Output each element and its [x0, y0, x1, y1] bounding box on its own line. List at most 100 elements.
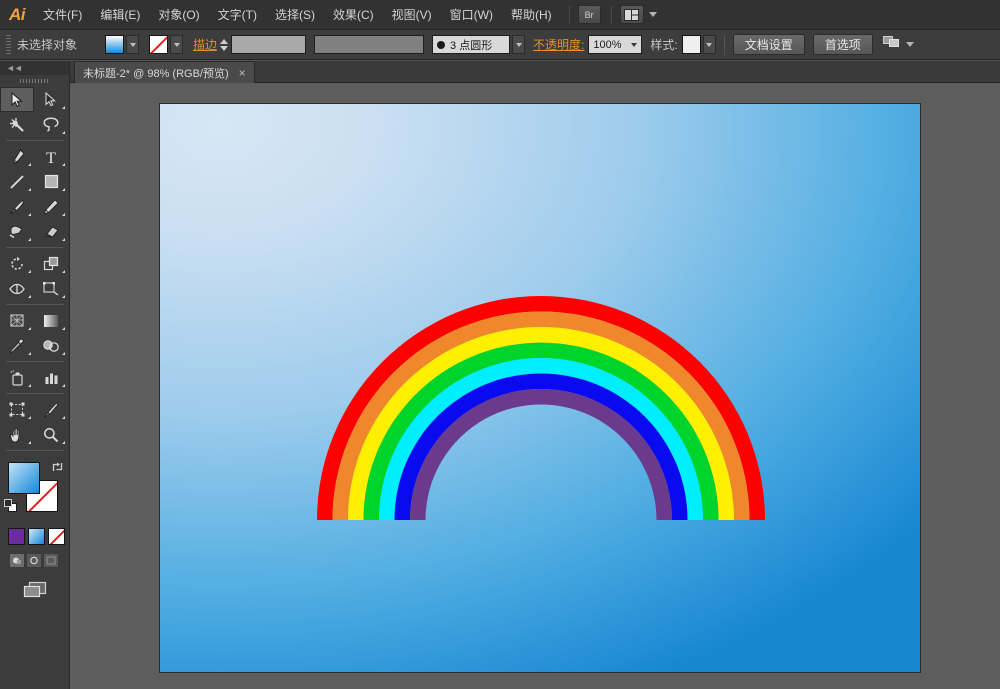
blend-tool[interactable]: [34, 333, 68, 358]
zoom-tool[interactable]: [34, 422, 68, 447]
canvas-work-area[interactable]: [70, 83, 1000, 689]
direct-selection-tool[interactable]: [34, 87, 68, 112]
arrange-chevron-down-icon[interactable]: [905, 42, 914, 47]
stroke-profile-field[interactable]: [314, 35, 425, 54]
perspective-grid-tool[interactable]: [34, 308, 68, 333]
brush-definition-field[interactable]: 3 点圆形: [432, 35, 511, 54]
artboard-tool[interactable]: [0, 397, 34, 422]
lasso-tool[interactable]: [34, 112, 68, 137]
rainbow-illustration[interactable]: [160, 104, 921, 673]
tools-divider-3: [6, 304, 64, 305]
rotate-tool[interactable]: [0, 251, 34, 276]
fill-color-swatch[interactable]: [8, 462, 40, 494]
fill-chevron-down-icon[interactable]: [126, 35, 139, 54]
opacity-field[interactable]: 100%: [588, 35, 643, 54]
menu-window[interactable]: 窗口(W): [441, 0, 502, 30]
blob-brush-tool[interactable]: [0, 219, 34, 244]
menu-select[interactable]: 选择(S): [266, 0, 324, 30]
pencil-tool[interactable]: [34, 194, 68, 219]
opacity-chevron-down-icon[interactable]: [631, 42, 638, 47]
scale-tool[interactable]: [34, 251, 68, 276]
menu-type[interactable]: 文字(T): [209, 0, 266, 30]
stroke-weight-field[interactable]: [231, 35, 307, 54]
change-screen-mode-icon[interactable]: [0, 568, 69, 600]
stroke-swatch[interactable]: [149, 35, 168, 54]
eraser-tool[interactable]: [34, 219, 68, 244]
paintbrush-tool[interactable]: [0, 194, 34, 219]
width-tool[interactable]: [0, 276, 34, 301]
control-bar-grip[interactable]: [6, 34, 11, 55]
tools-panel-header: ◄◄: [0, 61, 69, 75]
menubar-divider-2: [610, 5, 612, 24]
arrange-documents-icon[interactable]: [882, 35, 901, 54]
draw-behind-button[interactable]: [26, 553, 42, 568]
selection-status: 未选择对象: [17, 38, 78, 52]
brush-definition-value: 3 点圆形: [450, 39, 493, 52]
illustrator-window: Ai 文件(F) 编辑(E) 对象(O) 文字(T) 选择(S) 效果(C) 视…: [0, 0, 1000, 689]
close-icon[interactable]: ×: [237, 67, 248, 79]
magic-wand-tool[interactable]: [0, 112, 34, 137]
tools-panel-grip[interactable]: [0, 75, 69, 87]
draw-inside-button[interactable]: [43, 553, 59, 568]
slice-tool[interactable]: [34, 397, 68, 422]
menu-bar: Ai 文件(F) 编辑(E) 对象(O) 文字(T) 选择(S) 效果(C) 视…: [0, 0, 1000, 30]
menubar-divider-1: [568, 5, 570, 24]
brush-dot-icon: [437, 40, 446, 49]
control-bar: 未选择对象 描边 3 点圆形 不透明度: 100% 样式: 文档设置 首选项: [0, 30, 1000, 60]
gradient-mode-button[interactable]: [28, 528, 45, 545]
menu-object[interactable]: 对象(O): [149, 0, 208, 30]
collapse-panel-icon[interactable]: ◄◄: [6, 63, 23, 73]
svg-text:T: T: [46, 150, 56, 165]
artboard[interactable]: [159, 103, 921, 673]
stroke-label[interactable]: 描边: [193, 36, 217, 53]
tools-divider-2: [6, 247, 64, 248]
control-bar-divider: [723, 34, 725, 55]
rectangle-tool[interactable]: [34, 169, 68, 194]
menu-edit[interactable]: 编辑(E): [91, 0, 149, 30]
pen-tool[interactable]: [0, 144, 34, 169]
menu-effect[interactable]: 效果(C): [324, 0, 383, 30]
stroke-weight-stepper[interactable]: [220, 38, 229, 51]
column-graph-tool[interactable]: [34, 365, 68, 390]
style-chevron-down-icon[interactable]: [702, 35, 716, 54]
tools-grid: T: [0, 87, 70, 454]
selection-tool[interactable]: [0, 87, 34, 112]
draw-normal-button[interactable]: [9, 553, 25, 568]
preferences-button[interactable]: 首选项: [812, 34, 873, 55]
workspace-chevron-down-icon[interactable]: [648, 12, 657, 17]
bridge-button[interactable]: Br: [577, 5, 601, 24]
type-tool[interactable]: T: [34, 144, 68, 169]
opacity-label[interactable]: 不透明度:: [533, 36, 584, 53]
drawing-mode-buttons: [0, 545, 69, 568]
document-tab-label: 未标题-2* @ 98% (RGB/预览): [83, 67, 229, 80]
stroke-chevron-down-icon[interactable]: [170, 35, 183, 54]
document-tab[interactable]: 未标题-2* @ 98% (RGB/预览) ×: [74, 61, 255, 83]
shape-builder-tool[interactable]: [0, 308, 34, 333]
default-fill-stroke-icon[interactable]: [4, 499, 18, 518]
line-segment-tool[interactable]: [0, 169, 34, 194]
tools-divider-5: [6, 393, 64, 394]
document-setup-button[interactable]: 文档设置: [732, 34, 805, 55]
tools-panel: ◄◄ T: [0, 61, 70, 689]
menu-view[interactable]: 视图(V): [383, 0, 441, 30]
color-mode-button[interactable]: [8, 528, 25, 545]
menu-help[interactable]: 帮助(H): [502, 0, 561, 30]
free-transform-tool[interactable]: [34, 276, 68, 301]
symbol-sprayer-tool[interactable]: [0, 365, 34, 390]
document-tab-bar: 未标题-2* @ 98% (RGB/预览) ×: [70, 61, 1000, 83]
brush-chevron-down-icon[interactable]: [512, 35, 526, 54]
swap-fill-stroke-icon[interactable]: [51, 460, 64, 478]
none-mode-button[interactable]: [48, 528, 65, 545]
fill-stroke-controls: [0, 458, 70, 524]
fill-swatch[interactable]: [105, 35, 124, 54]
style-label: 样式:: [650, 38, 678, 52]
menu-file[interactable]: 文件(F): [34, 0, 91, 30]
opacity-value: 100%: [593, 38, 622, 51]
layout-grid-icon[interactable]: [619, 5, 644, 24]
hand-tool[interactable]: [0, 422, 34, 447]
tools-divider-4: [6, 361, 64, 362]
eyedropper-tool[interactable]: [0, 333, 34, 358]
color-mode-buttons: [0, 524, 69, 545]
tools-divider-1: [6, 140, 64, 141]
graphic-style-swatch[interactable]: [681, 35, 701, 54]
